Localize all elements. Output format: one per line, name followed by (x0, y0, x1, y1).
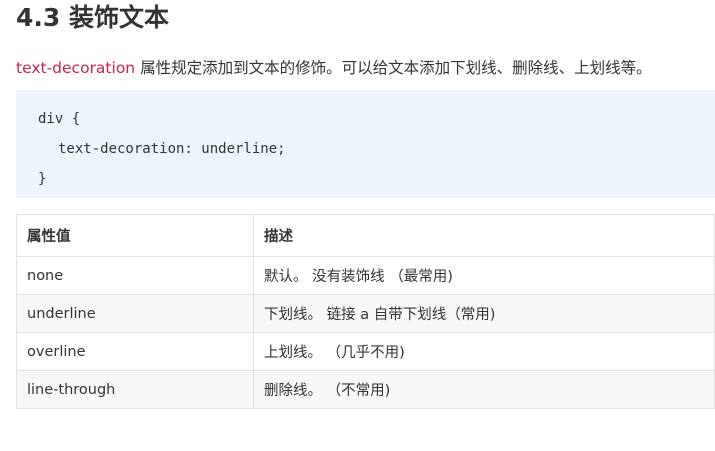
code-line-selector: div { (38, 111, 81, 127)
table-row: underline 下划线。 链接 a 自带下划线（常用) (16, 294, 715, 333)
code-line-declaration: text-decoration: underline; (58, 141, 286, 157)
code-line-close: } (38, 171, 47, 187)
values-table: 属性值 描述 none 默认。 没有装饰线 （最常用) underline 下划… (16, 214, 715, 409)
value-cell: underline (16, 294, 254, 333)
intro-text: 属性规定添加到文本的修饰。可以给文本添加下划线、删除线、上划线等。 (135, 59, 652, 77)
description-cell: 下划线。 链接 a 自带下划线（常用) (253, 294, 715, 333)
table-row: none 默认。 没有装饰线 （最常用) (16, 256, 715, 295)
description-cell: 上划线。 （几乎不用) (253, 332, 715, 371)
section-title: 4.3 装饰文本 (16, 3, 169, 32)
description-cell: 默认。 没有装饰线 （最常用) (253, 256, 715, 295)
header-description: 描述 (253, 214, 715, 257)
table-row: overline 上划线。 （几乎不用) (16, 332, 715, 371)
header-value: 属性值 (16, 214, 254, 257)
intro-paragraph: text-decoration 属性规定添加到文本的修饰。可以给文本添加下划线、… (16, 54, 652, 82)
property-keyword: text-decoration (16, 59, 136, 77)
value-cell: overline (16, 332, 254, 371)
code-example: div { text-decoration: underline; } (16, 90, 715, 198)
value-cell: line-through (16, 370, 254, 409)
table-row: line-through 删除线。 （不常用) (16, 370, 715, 409)
value-cell: none (16, 256, 254, 295)
table-header-row: 属性值 描述 (16, 214, 715, 257)
description-cell: 删除线。 （不常用) (253, 370, 715, 409)
